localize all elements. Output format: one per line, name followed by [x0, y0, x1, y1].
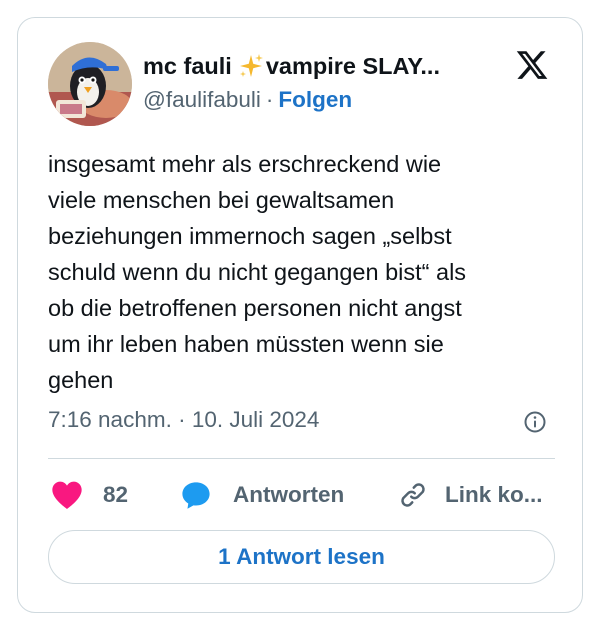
- separator-dot: ·: [265, 87, 274, 112]
- author-handle[interactable]: @faulifabuli: [143, 87, 261, 112]
- avatar-image: [48, 42, 132, 126]
- divider: [48, 458, 555, 459]
- like-count: 82: [103, 482, 129, 507]
- read-replies-button[interactable]: 1 Antwort lesen: [48, 530, 555, 584]
- tweet-card: mc fauli vampire SLAY... @faulifabuli · Fo…: [17, 17, 583, 613]
- x-logo-icon[interactable]: [515, 48, 549, 82]
- sparkles-icon: [238, 53, 264, 79]
- info-icon[interactable]: [523, 410, 547, 434]
- link-icon: [398, 480, 428, 510]
- heart-icon: [51, 480, 83, 510]
- read-replies-label: 1 Antwort lesen: [218, 544, 385, 569]
- display-name-part1[interactable]: mc fauli: [143, 53, 232, 80]
- display-name-part2[interactable]: vampire SLAY...: [266, 53, 440, 80]
- copy-link-label: Link ko...: [445, 482, 543, 507]
- like-button[interactable]: 82: [51, 478, 128, 512]
- profile-avatar[interactable]: [48, 42, 132, 126]
- reply-bubble-icon: [180, 479, 212, 511]
- reply-label: Antworten: [233, 482, 345, 507]
- tweet-timestamp[interactable]: 7:16 nachm. · 10. Juli 2024: [48, 407, 319, 433]
- handle-row: @faulifabuli · Folgen: [143, 87, 352, 113]
- follow-button[interactable]: Folgen: [278, 87, 352, 112]
- reply-button[interactable]: Antworten: [180, 478, 344, 512]
- copy-link-button[interactable]: Link ko...: [398, 478, 543, 512]
- tweet-text: insgesamt mehr als erschreckend wie viel…: [48, 151, 467, 393]
- author-name-row[interactable]: mc fauli vampire SLAY...: [143, 49, 440, 83]
